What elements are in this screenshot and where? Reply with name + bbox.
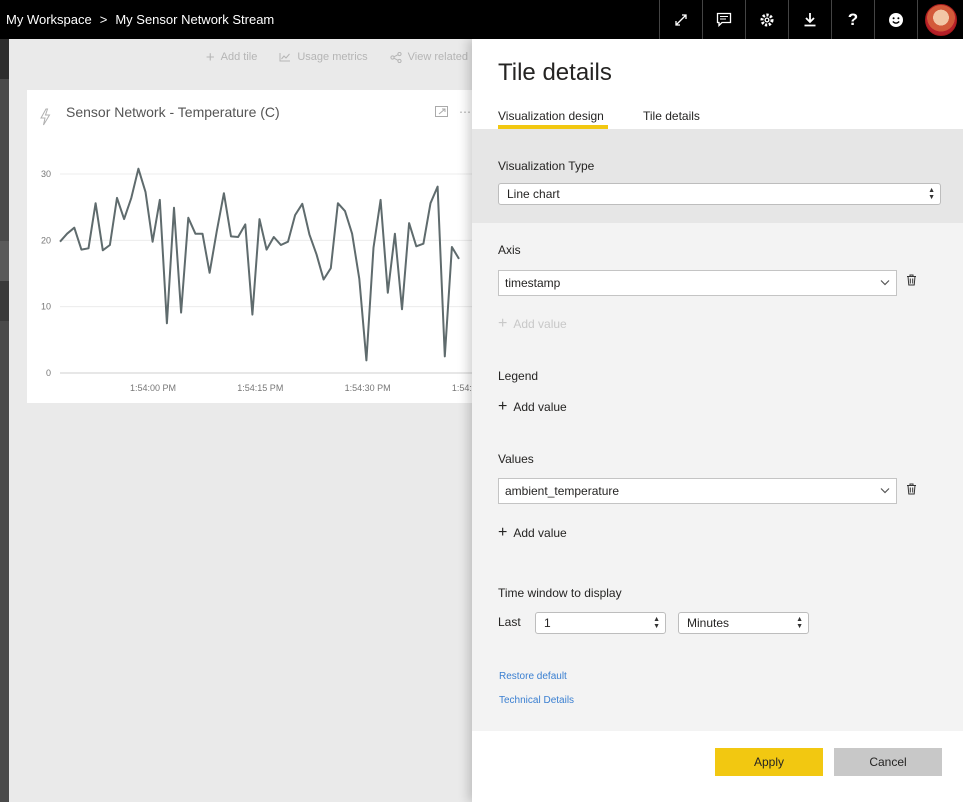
axis-value: timestamp [505, 276, 561, 290]
tab-tile-details[interactable]: Tile details [643, 109, 700, 123]
values-add-value-label: Add value [513, 526, 567, 540]
rail-block [0, 281, 9, 321]
axis-label: Axis [498, 243, 521, 257]
axis-add-value: + Add value [498, 315, 567, 332]
pane-title: Tile details [498, 59, 612, 86]
streaming-tile[interactable]: Sensor Network - Temperature (C) ⋯ 0 10 20… [27, 90, 487, 403]
gear-icon[interactable] [745, 0, 788, 39]
view-related-button[interactable]: View related [390, 51, 468, 63]
chevron-down-icon [880, 488, 890, 494]
help-icon[interactable]: ? [831, 0, 874, 39]
pane-header: Tile details Visualization design Tile d… [472, 39, 963, 129]
breadcrumb-workspace[interactable]: My Workspace [6, 12, 92, 27]
restore-default-link[interactable]: Restore default [499, 671, 567, 682]
usage-metrics-button[interactable]: Usage metrics [279, 51, 368, 63]
time-window-unit-value: Minutes [687, 616, 730, 630]
y-tick-label: 0 [46, 368, 51, 378]
time-window-count-value: 1 [544, 616, 551, 630]
axis-add-value-label: Add value [513, 317, 567, 331]
line-chart-icon [279, 53, 291, 62]
x-tick-label: 1:54:30 PM [345, 383, 391, 393]
chevron-down-icon [880, 280, 890, 286]
y-tick-label: 10 [41, 302, 51, 312]
x-tick-label: 1:54:00 PM [130, 383, 176, 393]
legend-add-value[interactable]: + Add value [498, 398, 567, 415]
plus-icon: + [498, 524, 508, 541]
plus-icon: + [498, 398, 508, 415]
view-related-label: View related [407, 51, 468, 63]
dashboard-action-bar: + Add tile Usage metrics View related [9, 39, 472, 75]
tile-details-pane: Tile details Visualization design Tile d… [472, 39, 963, 802]
user-avatar[interactable] [917, 0, 963, 39]
y-tick-label: 20 [41, 235, 51, 245]
time-window-count-select[interactable]: 1 ▲ ▼ [535, 612, 666, 634]
usage-metrics-label: Usage metrics [297, 51, 368, 63]
visualization-type-select[interactable]: Line chart ▲ ▼ [498, 183, 941, 205]
select-arrows-icon: ▲ ▼ [653, 616, 660, 630]
select-arrows-icon: ▲ ▼ [796, 616, 803, 630]
time-window-unit-select[interactable]: Minutes ▲ ▼ [678, 612, 809, 634]
y-tick-label: 30 [41, 169, 51, 179]
breadcrumb-separator: > [99, 12, 108, 27]
values-label: Values [498, 452, 534, 466]
plus-icon: + [498, 315, 508, 332]
axis-field[interactable]: timestamp [498, 270, 897, 296]
rail-block [0, 241, 9, 281]
comment-icon[interactable] [702, 0, 745, 39]
visualization-type-label: Visualization Type [498, 159, 595, 173]
tab-visualization-design[interactable]: Visualization design [498, 109, 604, 123]
avatar-image [924, 3, 957, 36]
delete-axis-icon[interactable] [906, 274, 917, 286]
visualization-type-section: Visualization Type Line chart ▲ ▼ [472, 129, 963, 223]
apply-button[interactable]: Apply [715, 748, 823, 776]
expand-icon[interactable] [659, 0, 702, 39]
delete-value-icon[interactable] [906, 483, 917, 495]
smiley-icon[interactable] [874, 0, 917, 39]
values-add-value[interactable]: + Add value [498, 524, 567, 541]
breadcrumb: My Workspace > My Sensor Network Stream [0, 12, 659, 27]
add-tile-button[interactable]: + Add tile [206, 49, 257, 66]
select-arrows-icon: ▲ ▼ [928, 187, 935, 201]
pane-footer: Apply Cancel [472, 731, 963, 802]
add-tile-label: Add tile [220, 51, 258, 63]
legend-label: Legend [498, 369, 539, 383]
legend-add-value-label: Add value [513, 400, 567, 414]
visualization-type-value: Line chart [507, 187, 560, 201]
share-node-icon [390, 51, 402, 63]
top-bar: My Workspace > My Sensor Network Stream … [0, 0, 963, 39]
technical-details-link[interactable]: Technical Details [499, 695, 574, 706]
last-label: Last [498, 615, 521, 629]
x-tick-label: 1:54:15 PM [237, 383, 283, 393]
values-value: ambient_temperature [505, 484, 620, 498]
cancel-button[interactable]: Cancel [834, 748, 942, 776]
time-window-label: Time window to display [498, 586, 622, 600]
line-chart: 01020301:54:00 PM 1:54:15 PM 1:54:30 PM 1:5… [41, 167, 487, 393]
plus-icon: + [205, 48, 215, 66]
left-nav-rail [0, 39, 9, 802]
values-field[interactable]: ambient_temperature [498, 478, 897, 504]
rail-block [0, 39, 9, 79]
download-icon[interactable] [788, 0, 831, 39]
breadcrumb-dashboard[interactable]: My Sensor Network Stream [115, 12, 274, 27]
series-line [59, 167, 460, 362]
